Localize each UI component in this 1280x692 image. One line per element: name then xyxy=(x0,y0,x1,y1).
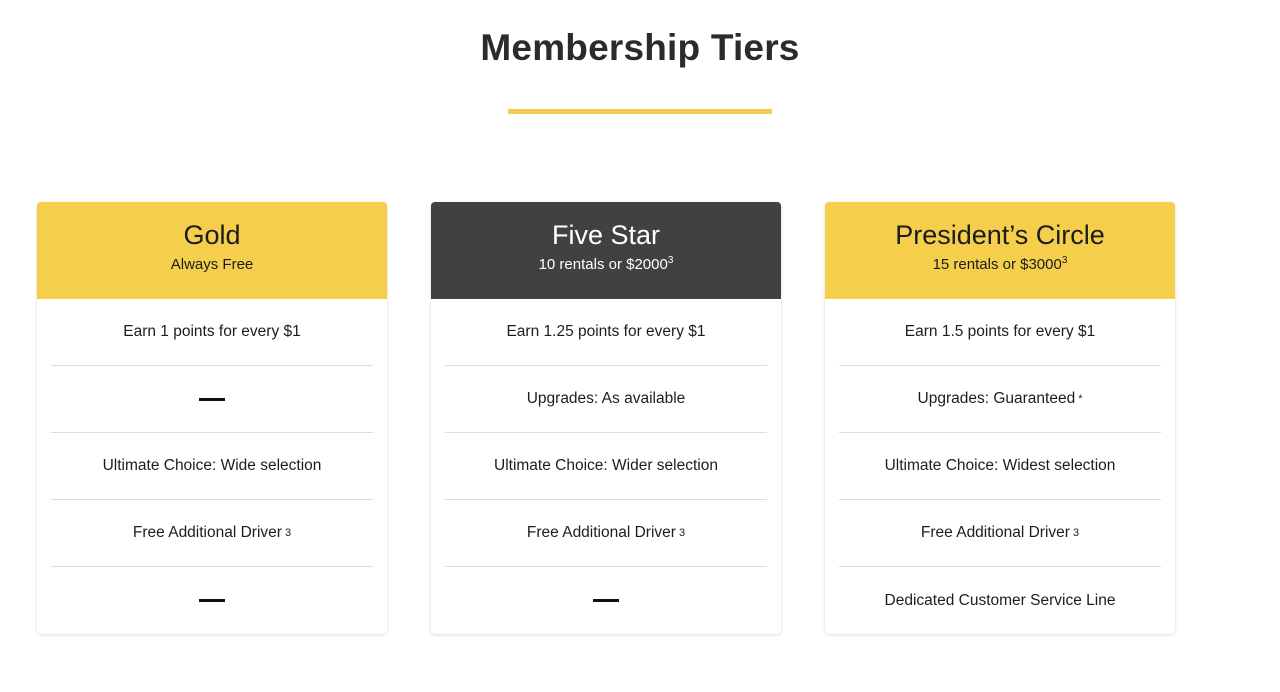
tier-feature-label: Ultimate Choice: Wide selection xyxy=(102,457,322,475)
tier-feature-row: Earn 1.25 points for every $1 xyxy=(445,299,767,366)
tier-subtitle: Always Free xyxy=(47,255,377,275)
tier-feature-row: Upgrades: As available xyxy=(445,366,767,433)
tier-feature-row: Free Additional Driver 3 xyxy=(445,500,767,567)
tier-card[interactable]: Gold Always Free Earn 1 points for every $… xyxy=(37,202,387,634)
tier-feature-row: Earn 1.5 points for every $1 xyxy=(839,299,1161,366)
tier-feature-list: Earn 1.25 points for every $1 Upgrades: A… xyxy=(431,299,781,634)
page-heading-block: Membership Tiers xyxy=(0,0,1280,115)
tier-subtitle: 15 rentals or $30003 xyxy=(835,255,1165,275)
tier-cards-row: Gold Always Free Earn 1 points for every $… xyxy=(37,202,1175,634)
tier-feature-list: Earn 1.5 points for every $1 Upgrades: Gu… xyxy=(825,299,1175,634)
tier-subtitle-footnote: 3 xyxy=(1061,255,1068,267)
title-accent-bar xyxy=(508,109,772,115)
tier-feature-label: Dedicated Customer Service Line xyxy=(884,591,1116,609)
tier-feature-row: Free Additional Driver 3 xyxy=(839,500,1161,567)
dash-icon xyxy=(199,397,225,401)
tier-feature-list: Earn 1 points for every $1 Ultimate Choic… xyxy=(37,299,387,634)
tier-feature-label: Free Additional Driver xyxy=(920,524,1070,542)
page-title: Membership Tiers xyxy=(480,27,800,68)
tier-name: President’s Circle xyxy=(895,220,1105,250)
tier-card-header: President’s Circle 15 rentals or $30003 xyxy=(825,202,1175,299)
tier-feature-label: Earn 1.25 points for every $1 xyxy=(506,323,706,341)
tier-feature-row: Ultimate Choice: Widest selection xyxy=(839,433,1161,500)
tier-feature-row: Upgrades: Guaranteed * xyxy=(839,366,1161,433)
tier-feature-row-empty xyxy=(445,567,767,634)
tier-subtitle-text: Always Free xyxy=(170,256,254,274)
tier-card[interactable]: President’s Circle 15 rentals or $30003 Ea… xyxy=(825,202,1175,634)
tier-name: Gold xyxy=(183,220,241,250)
tier-name: Five Star xyxy=(551,220,661,250)
tier-card-header: Five Star 10 rentals or $20003 xyxy=(431,202,781,299)
tier-feature-label: Ultimate Choice: Wider selection xyxy=(494,457,718,475)
dash-icon xyxy=(199,599,225,602)
tier-feature-label: Upgrades: As available xyxy=(526,390,686,408)
tier-feature-label: Earn 1.5 points for every $1 xyxy=(904,323,1096,341)
tier-feature-label: Free Additional Driver xyxy=(526,524,676,542)
tier-feature-row-empty xyxy=(51,366,373,433)
tier-feature-label: Upgrades: Guaranteed xyxy=(917,390,1076,408)
tier-feature-row: Earn 1 points for every $1 xyxy=(51,299,373,366)
membership-tiers-page: Membership Tiers Gold Always Free Earn 1 p… xyxy=(0,0,1280,692)
tier-subtitle: 10 rentals or $20003 xyxy=(441,255,771,275)
tier-feature-row: Ultimate Choice: Wider selection xyxy=(445,433,767,500)
tier-card-header: Gold Always Free xyxy=(37,202,387,299)
tier-feature-row: Dedicated Customer Service Line xyxy=(839,567,1161,634)
tier-feature-label: Free Additional Driver xyxy=(132,524,282,542)
tier-feature-label: Earn 1 points for every $1 xyxy=(123,323,301,341)
tier-feature-row: Ultimate Choice: Wide selection xyxy=(51,433,373,500)
dash-icon xyxy=(593,599,619,602)
tier-subtitle-text: 15 rentals or $3000 xyxy=(932,256,1062,274)
tier-card[interactable]: Five Star 10 rentals or $20003 Earn 1.25 p… xyxy=(431,202,781,634)
tier-feature-label: Ultimate Choice: Widest selection xyxy=(884,457,1116,475)
tier-subtitle-text: 10 rentals or $2000 xyxy=(538,256,668,274)
tier-feature-row: Free Additional Driver 3 xyxy=(51,500,373,567)
tier-feature-row-empty xyxy=(51,567,373,634)
tier-subtitle-footnote: 3 xyxy=(667,255,674,267)
